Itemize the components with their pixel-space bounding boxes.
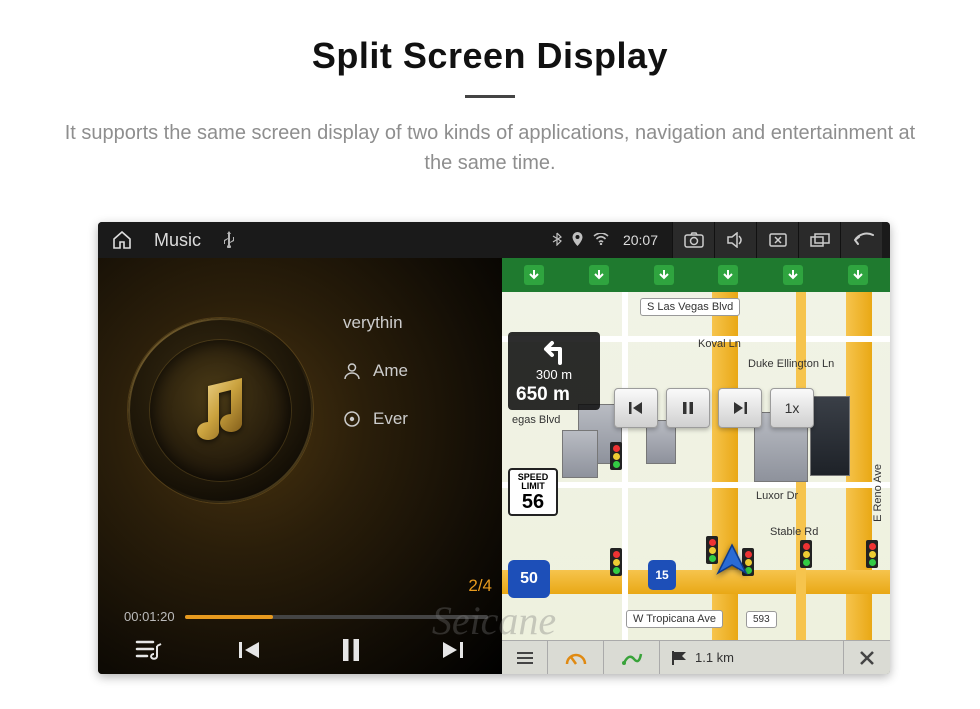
prev-track-button[interactable] (220, 630, 280, 670)
route-number: 50 (520, 570, 538, 588)
sim-speed-label: 1x (785, 400, 800, 416)
download-marker-icon (589, 265, 609, 285)
navigation-pane: S Las Vegas Blvd Koval Ln Duke Ellington… (502, 258, 890, 674)
flag-icon (670, 650, 690, 666)
back-button[interactable] (840, 222, 882, 258)
head-unit-screen: Music 20:07 (98, 222, 890, 674)
traffic-light-icon (610, 442, 622, 470)
music-pane: verythin Ame Ever 2/4 00:01:20 (98, 258, 502, 674)
download-marker-icon (783, 265, 803, 285)
volume-button[interactable] (714, 222, 756, 258)
next-track-button[interactable] (422, 630, 482, 670)
interstate-shield: 15 (648, 560, 676, 590)
track-title: verythin (343, 313, 403, 333)
track-row-1[interactable]: verythin (337, 313, 502, 333)
music-note-icon (176, 366, 266, 456)
street-label: S Las Vegas Blvd (640, 298, 740, 316)
building (562, 430, 598, 478)
map-route-button[interactable] (604, 641, 660, 674)
street-label: Duke Ellington Ln (742, 356, 840, 372)
traffic-light-icon (800, 540, 812, 568)
recent-apps-button[interactable] (798, 222, 840, 258)
track-counter: 2/4 (468, 576, 492, 596)
track-list: verythin Ame Ever (337, 313, 502, 429)
track-row-2[interactable]: Ame (337, 361, 502, 381)
street-label: Koval Ln (692, 336, 747, 352)
map-gauge-button[interactable] (548, 641, 604, 674)
map-close-button[interactable] (844, 641, 890, 674)
music-controls (98, 626, 502, 674)
person-icon (343, 362, 361, 380)
distance-remaining: 1.1 km (660, 641, 844, 674)
usb-icon (223, 230, 235, 251)
street-label: E Reno Ave (866, 462, 890, 524)
street-label: 593 (746, 611, 777, 628)
turn-distance-small: 300 m (536, 367, 572, 382)
playlist-button[interactable] (119, 630, 179, 670)
track-row-3[interactable]: Ever (337, 409, 502, 429)
map-canvas[interactable]: S Las Vegas Blvd Koval Ln Duke Ellington… (502, 292, 890, 640)
system-buttons (672, 222, 882, 258)
traffic-light-icon (866, 540, 878, 568)
vehicle-cursor-icon (714, 543, 750, 582)
screenshot-button[interactable] (672, 222, 714, 258)
bluetooth-icon (552, 232, 562, 249)
status-bar-left: Music (98, 230, 552, 251)
home-icon[interactable] (112, 231, 132, 249)
sim-prev-button[interactable] (614, 388, 658, 428)
map-top-bar (502, 258, 890, 292)
progress-row: 00:01:20 (124, 609, 488, 624)
speed-limit-sign: SPEED LIMIT 56 (508, 468, 558, 516)
disc-icon (343, 410, 361, 428)
download-marker-icon (654, 265, 674, 285)
page-title: Split Screen Display (0, 35, 980, 77)
split-content: verythin Ame Ever 2/4 00:01:20 (98, 258, 890, 674)
traffic-light-icon (610, 548, 622, 576)
speed-limit-label: SPEED LIMIT (510, 473, 556, 492)
album-art (128, 318, 313, 503)
building (810, 396, 850, 476)
download-marker-icon (718, 265, 738, 285)
track-artist: Ame (373, 361, 408, 381)
download-marker-icon (848, 265, 868, 285)
map-menu-button[interactable] (502, 641, 548, 674)
street-label: egas Blvd (506, 412, 566, 428)
progress-bar[interactable] (185, 615, 488, 619)
sim-speed-button[interactable]: 1x (770, 388, 814, 428)
road-minor (622, 292, 628, 640)
sim-pause-button[interactable] (666, 388, 710, 428)
pause-button[interactable] (321, 630, 381, 670)
street-label: Luxor Dr (750, 488, 804, 504)
road (502, 570, 890, 594)
status-bar-right: 20:07 (552, 222, 890, 258)
title-underline (465, 95, 515, 98)
elapsed-time: 00:01:20 (124, 609, 175, 624)
sim-controls: 1x (614, 388, 814, 428)
distance-value: 1.1 km (695, 650, 734, 665)
download-marker-icon (524, 265, 544, 285)
turn-distance-big: 650 m (516, 384, 570, 406)
clock: 20:07 (623, 232, 658, 248)
map-bottom-bar: 1.1 km (502, 640, 890, 674)
speed-limit-value: 56 (510, 492, 556, 513)
sim-next-button[interactable] (718, 388, 762, 428)
track-album: Ever (373, 409, 408, 429)
page-subtitle: It supports the same screen display of t… (55, 118, 925, 178)
close-screen-button[interactable] (756, 222, 798, 258)
turn-left-icon (534, 337, 574, 365)
turn-instruction: 300 m 650 m (508, 332, 600, 410)
route-shield: 50 (508, 560, 550, 598)
location-icon (572, 232, 583, 249)
street-label: Stable Rd (764, 524, 824, 540)
statusbar-title: Music (154, 230, 201, 251)
status-bar: Music 20:07 (98, 222, 890, 258)
street-label: W Tropicana Ave (626, 610, 723, 628)
road-minor (502, 482, 890, 488)
marketing-header: Split Screen Display It supports the sam… (0, 0, 980, 188)
wifi-icon (593, 233, 609, 248)
